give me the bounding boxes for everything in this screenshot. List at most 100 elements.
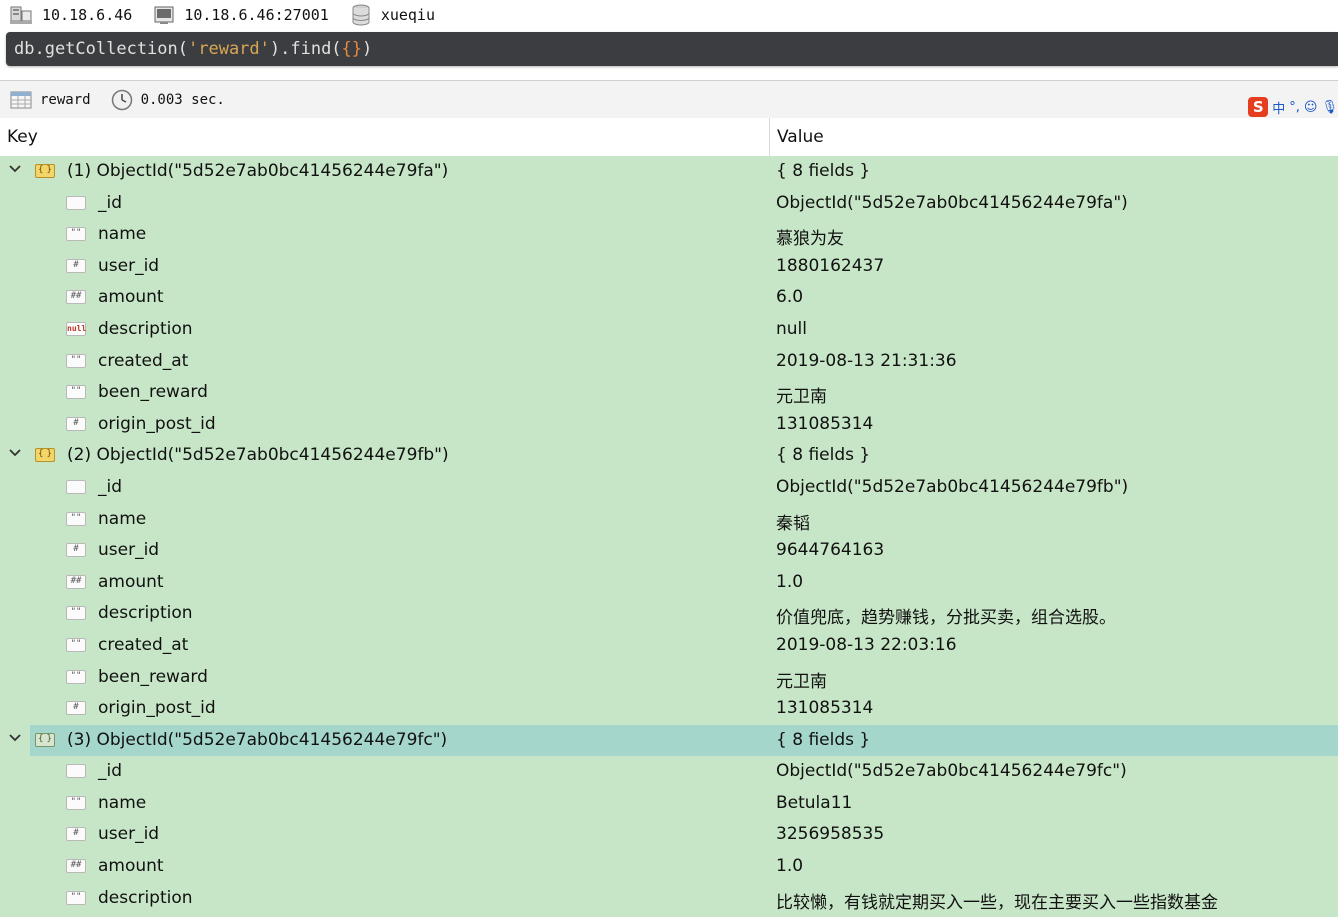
computer-icon	[10, 6, 32, 24]
int-type-icon: #	[66, 701, 86, 716]
row-value: { 8 fields }	[776, 161, 871, 181]
column-value[interactable]: Value	[777, 127, 824, 147]
object-icon: { }	[35, 164, 55, 178]
field-row[interactable]: "" been_reward 元卫南	[0, 662, 1338, 694]
chevron-down-icon[interactable]	[8, 162, 22, 176]
row-value: 2019-08-13 22:03:16	[776, 634, 957, 655]
string-type-icon: ""	[66, 606, 86, 621]
row-value: 价值兜底，趋势赚钱，分批买卖，组合选股。	[776, 608, 1116, 629]
string-type-icon: ""	[66, 353, 86, 368]
row-key: (3) ObjectId("5d52e7ab0bc41456244e79fc")	[67, 729, 448, 750]
row-value: null	[776, 318, 807, 339]
field-row[interactable]: _id ObjectId("5d52e7ab0bc41456244e79fa")	[0, 188, 1338, 220]
mic-icon[interactable]: 🎙	[1321, 100, 1338, 115]
row-key: (1) ObjectId("5d52e7ab0bc41456244e79fa")	[67, 161, 449, 181]
row-value: 元卫南	[776, 387, 827, 408]
column-divider[interactable]	[769, 118, 770, 156]
ime-punct[interactable]: °,	[1289, 100, 1300, 115]
host-label: 10.18.6.46	[42, 6, 133, 24]
field-row[interactable]: "" description 比较懒，有钱就定期买入一些，现在主要买入一些指数基金	[0, 883, 1338, 915]
row-key: _id	[98, 192, 123, 213]
ime-mode[interactable]: 中	[1272, 98, 1285, 117]
field-row[interactable]: ## amount 6.0	[0, 282, 1338, 314]
double-type-icon: ##	[66, 290, 86, 305]
document-row[interactable]: { } (2) ObjectId("5d52e7ab0bc41456244e79f…	[0, 440, 1338, 472]
query-time: 0.003 sec.	[140, 92, 225, 108]
field-row[interactable]: # origin_post_id 131085314	[0, 693, 1338, 725]
query-prefix: db.getCollection(	[14, 39, 188, 59]
result-tree: { } (1) ObjectId("5d52e7ab0bc41456244e79f…	[0, 156, 1338, 917]
row-value: 秦韬	[776, 513, 810, 534]
row-key: amount	[98, 287, 164, 308]
database-segment[interactable]: xueqiu	[351, 4, 435, 26]
int-type-icon: #	[66, 543, 86, 558]
objectid-icon	[66, 764, 86, 779]
field-row[interactable]: "" created_at 2019-08-13 21:31:36	[0, 346, 1338, 378]
field-row[interactable]: "" created_at 2019-08-13 22:03:16	[0, 630, 1338, 662]
row-value: 6.0	[776, 287, 804, 308]
field-row[interactable]: _id ObjectId("5d52e7ab0bc41456244e79fc")	[0, 756, 1338, 788]
field-row[interactable]: "" name 慕狼为友	[0, 219, 1338, 251]
int-type-icon: #	[66, 827, 86, 842]
field-row[interactable]: ## amount 1.0	[0, 851, 1338, 883]
ime-toolbar[interactable]: S 中 °, ☺ 🎙	[1248, 96, 1338, 118]
chevron-down-icon[interactable]	[8, 446, 22, 460]
chevron-down-icon[interactable]	[8, 731, 22, 745]
document-row[interactable]: { } (1) ObjectId("5d52e7ab0bc41456244e79f…	[0, 156, 1338, 188]
string-type-icon: ""	[66, 890, 86, 905]
row-key: _id	[98, 476, 123, 497]
field-row[interactable]: _id ObjectId("5d52e7ab0bc41456244e79fb")	[0, 472, 1338, 504]
row-key: user_id	[98, 824, 160, 845]
field-row[interactable]: null description null	[0, 314, 1338, 346]
row-key: _id	[98, 761, 123, 782]
double-type-icon: ##	[66, 574, 86, 589]
field-row[interactable]: "" been_reward 元卫南	[0, 377, 1338, 409]
field-row[interactable]: "" name Betula11	[0, 788, 1338, 820]
field-row[interactable]: "" description 价值兜底，趋势赚钱，分批买卖，组合选股。	[0, 598, 1338, 630]
document-row[interactable]: { } (3) ObjectId("5d52e7ab0bc41456244e79f…	[0, 724, 1338, 757]
row-value: ObjectId("5d52e7ab0bc41456244e79fb")	[776, 476, 1129, 497]
row-key: name	[98, 508, 147, 529]
field-row[interactable]: # user_id 9644764163	[0, 535, 1338, 567]
row-value: 慕狼为友	[776, 229, 844, 250]
row-value: 1.0	[776, 856, 804, 877]
field-row[interactable]: # user_id 1880162437	[0, 251, 1338, 283]
int-type-icon: #	[66, 416, 86, 431]
column-header: Key Value	[0, 118, 1338, 157]
row-key: origin_post_id	[98, 413, 216, 434]
row-key: been_reward	[98, 382, 208, 403]
row-key: amount	[98, 571, 164, 592]
objectid-icon	[66, 479, 86, 494]
host-segment[interactable]: 10.18.6.46	[10, 5, 132, 25]
row-key: amount	[98, 856, 164, 877]
server-segment[interactable]: 10.18.6.46:27001	[154, 5, 329, 25]
collection-status: reward	[10, 90, 91, 110]
query-suffix: )	[362, 39, 373, 59]
table-icon	[10, 91, 32, 109]
query-arg: {}	[341, 39, 363, 59]
field-row[interactable]: # user_id 3256958535	[0, 819, 1338, 851]
row-key: description	[98, 318, 193, 339]
field-row[interactable]: "" name 秦韬	[0, 504, 1338, 536]
server-icon	[154, 6, 174, 24]
row-value: ObjectId("5d52e7ab0bc41456244e79fa")	[776, 192, 1128, 213]
field-row[interactable]: # origin_post_id 131085314	[0, 409, 1338, 441]
sogou-icon[interactable]: S	[1248, 97, 1269, 117]
objectid-icon	[66, 195, 86, 210]
clock-icon	[111, 89, 132, 111]
object-icon: { }	[35, 732, 55, 747]
collection-name: reward	[40, 92, 91, 108]
string-type-icon: ""	[66, 669, 86, 684]
query-editor[interactable]: db.getCollection('reward').find({})	[6, 32, 1338, 66]
query-method: ).find(	[269, 39, 342, 59]
field-row[interactable]: ## amount 1.0	[0, 567, 1338, 599]
row-value: 比较懒，有钱就定期买入一些，现在主要买入一些指数基金	[776, 892, 1218, 913]
row-value: { 8 fields }	[776, 445, 871, 466]
database-icon	[352, 4, 370, 26]
query-text[interactable]: db.getCollection('reward').find({})	[14, 39, 372, 59]
row-value: 3256958535	[776, 824, 885, 845]
null-type-icon: null	[66, 321, 86, 336]
column-key[interactable]: Key	[7, 127, 38, 147]
row-value: 元卫南	[776, 671, 827, 692]
smile-icon[interactable]: ☺	[1304, 100, 1318, 115]
